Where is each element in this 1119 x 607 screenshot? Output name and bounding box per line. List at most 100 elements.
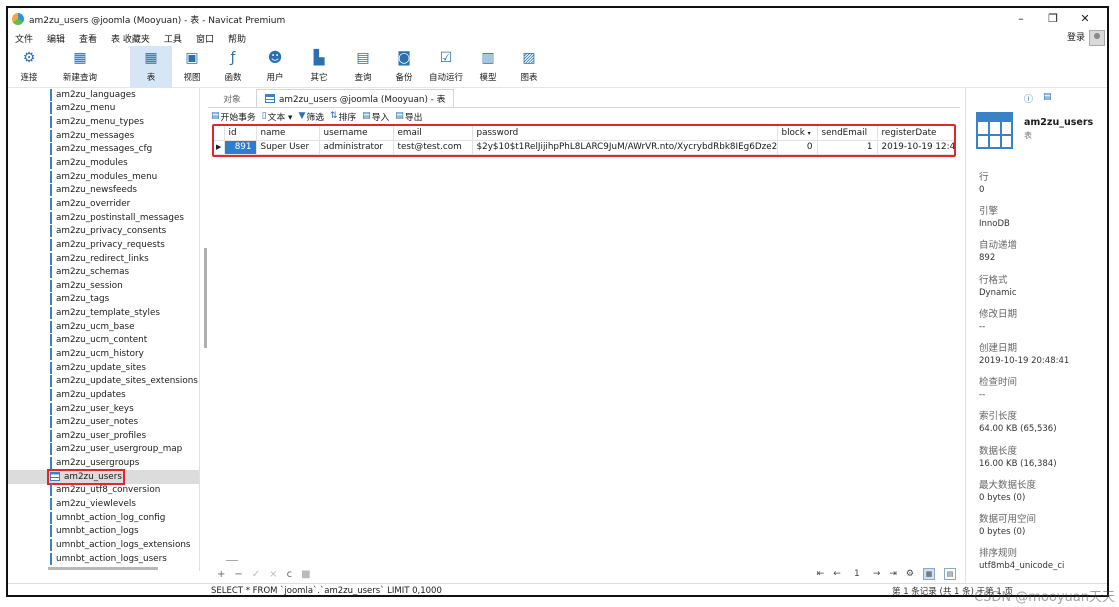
toolbar-view-button[interactable]: ▣ 视图 xyxy=(172,46,212,88)
cell-password[interactable]: $2y$10$t1RelJijihpPhL8LARC9JuM/AWrVR.nto… xyxy=(472,140,778,155)
menu-edit[interactable]: 编辑 xyxy=(40,32,72,45)
avatar-icon[interactable] xyxy=(1089,30,1105,46)
toolbar-other-button[interactable]: ▙ 其它 xyxy=(296,46,342,88)
begin-transaction-button[interactable]: ▤ 开始事务 xyxy=(208,110,259,123)
column-header-sendemail[interactable]: sendEmail xyxy=(817,126,878,141)
menu-tools[interactable]: 工具 xyxy=(157,32,189,45)
navigator-item[interactable]: am2zu_tags xyxy=(8,293,199,307)
apply-changes-button[interactable]: ✓ xyxy=(252,569,260,580)
navigator-item[interactable]: am2zu_messages_cfg xyxy=(8,143,199,157)
export-button[interactable]: ▤ 导出 xyxy=(392,110,425,123)
navigator-item[interactable]: am2zu_update_sites_extensions xyxy=(8,374,199,388)
filter-button[interactable]: ▼ 筛选 xyxy=(295,110,327,123)
discard-changes-button[interactable]: × xyxy=(269,569,277,580)
column-header-name[interactable]: name xyxy=(256,126,320,141)
column-header-username[interactable]: username xyxy=(319,126,394,141)
tab-objects[interactable]: 对象 xyxy=(208,89,256,107)
cell-registerdate[interactable]: 2019-10-19 12:48:41 xyxy=(877,140,954,155)
navigator-horizontal-scrollbar[interactable] xyxy=(48,567,158,570)
column-header-email[interactable]: email xyxy=(393,126,473,141)
info-icon[interactable]: ⓘ xyxy=(1024,92,1033,105)
menu-favorites[interactable]: 表 收藏夹 xyxy=(104,32,157,45)
navigator-item[interactable]: am2zu_overrider xyxy=(8,197,199,211)
toolbar-model-button[interactable]: ▥ 模型 xyxy=(468,46,508,88)
navigator-item[interactable]: am2zu_menu_types xyxy=(8,115,199,129)
toolbar-backup-button[interactable]: ◙ 备份 xyxy=(384,46,424,88)
cell-id[interactable]: 891 xyxy=(224,140,257,155)
table-row[interactable]: ▶ 891 Super User administrator test@test… xyxy=(214,140,954,155)
navigator-item[interactable]: am2zu_redirect_links xyxy=(8,252,199,266)
page-settings-icon[interactable]: ⚙ xyxy=(906,569,914,579)
cell-email[interactable]: test@test.com xyxy=(393,140,473,155)
login-link[interactable]: 登录 xyxy=(1067,30,1085,46)
navigator-item[interactable]: am2zu_modules_menu xyxy=(8,170,199,184)
navigator-item[interactable]: am2zu_ucm_content xyxy=(8,334,199,348)
cell-sendemail[interactable]: 1 xyxy=(817,140,878,155)
navigator-item[interactable]: am2zu_template_styles xyxy=(8,306,199,320)
cell-username[interactable]: administrator xyxy=(319,140,394,155)
menu-view[interactable]: 查看 xyxy=(72,32,104,45)
navigator-item[interactable]: am2zu_modules xyxy=(8,156,199,170)
minimize-button[interactable]: – xyxy=(1005,8,1037,30)
column-header-password[interactable]: password xyxy=(472,126,778,141)
navigator-item[interactable]: am2zu_messages xyxy=(8,129,199,143)
prev-page-button[interactable]: ← xyxy=(833,569,841,579)
maximize-button[interactable]: ❐ xyxy=(1037,8,1069,30)
add-record-button[interactable]: + xyxy=(217,569,225,580)
navigator-item[interactable]: am2zu_usergroups xyxy=(8,456,199,470)
close-button[interactable]: ✕ xyxy=(1069,8,1101,30)
navigator-scrollbar[interactable] xyxy=(204,248,207,348)
navigator-item[interactable]: am2zu_user_notes xyxy=(8,415,199,429)
navigator-item[interactable]: am2zu_postinstall_messages xyxy=(8,211,199,225)
toolbar-connection-button[interactable]: ⚙ 连接 xyxy=(8,46,50,88)
toolbar-table-button[interactable]: ▦ 表 xyxy=(130,46,172,88)
column-header-registerdate[interactable]: registerDate xyxy=(877,126,954,141)
navigator-item-selected[interactable]: am2zu_users xyxy=(8,468,199,485)
menu-window[interactable]: 窗口 xyxy=(189,32,221,45)
navigator-item[interactable]: am2zu_user_keys xyxy=(8,402,199,416)
navigator-item[interactable]: am2zu_menu xyxy=(8,102,199,116)
ddl-icon[interactable]: ▤ xyxy=(1043,92,1052,105)
text-button[interactable]: ▯ 文本 ▾ xyxy=(259,110,296,123)
navigator-item[interactable]: am2zu_privacy_consents xyxy=(8,224,199,238)
cell-block[interactable]: 0 xyxy=(777,140,818,155)
refresh-button[interactable]: c xyxy=(287,569,293,580)
column-header-id[interactable]: id xyxy=(224,126,257,141)
form-view-button[interactable]: ▤ xyxy=(944,568,956,580)
navigator-item[interactable]: am2zu_updates xyxy=(8,388,199,402)
navigator-item[interactable]: am2zu_schemas xyxy=(8,265,199,279)
first-page-button[interactable]: ⇤ xyxy=(817,569,825,579)
navigator-item[interactable]: umnbt_action_logs_extensions xyxy=(8,538,199,552)
stop-button[interactable]: ■ xyxy=(301,569,310,580)
grid-view-button[interactable]: ▦ xyxy=(923,568,935,580)
page-number[interactable]: 1 xyxy=(850,569,864,579)
navigator-item[interactable]: am2zu_session xyxy=(8,279,199,293)
navigator-item[interactable]: umnbt_action_logs xyxy=(8,525,199,539)
navigator-item[interactable]: umnbt_action_log_config xyxy=(8,511,199,525)
menu-file[interactable]: 文件 xyxy=(8,32,40,45)
navigator-item[interactable]: am2zu_user_usergroup_map xyxy=(8,443,199,457)
import-button[interactable]: ▤ 导入 xyxy=(359,110,392,123)
cell-name[interactable]: Super User xyxy=(256,140,320,155)
navigator-item[interactable]: am2zu_utf8_conversion xyxy=(8,484,199,498)
navigator-item[interactable]: am2zu_viewlevels xyxy=(8,497,199,511)
navigator-item[interactable]: am2zu_update_sites xyxy=(8,361,199,375)
toolbar-new-query-button[interactable]: ▦ 新建查询 xyxy=(50,46,110,88)
toolbar-chart-button[interactable]: ▨ 图表 xyxy=(508,46,550,88)
navigator-item[interactable]: am2zu_newsfeeds xyxy=(8,183,199,197)
toolbar-user-button[interactable]: ☻ 用户 xyxy=(254,46,296,88)
toolbar-function-button[interactable]: ƒ 函数 xyxy=(212,46,254,88)
navigator-item[interactable]: am2zu_user_profiles xyxy=(8,429,199,443)
navigator-item[interactable]: am2zu_ucm_base xyxy=(8,320,199,334)
menu-help[interactable]: 帮助 xyxy=(221,32,253,45)
tab-table-data[interactable]: am2zu_users @joomla (Mooyuan) - 表 xyxy=(256,89,455,107)
navigator-item[interactable]: am2zu_languages xyxy=(8,88,199,102)
navigator-item[interactable]: am2zu_privacy_requests xyxy=(8,238,199,252)
navigator-item[interactable]: umnbt_action_logs_users xyxy=(8,552,199,566)
next-page-button[interactable]: → xyxy=(873,569,881,579)
navigator-item[interactable]: am2zu_ucm_history xyxy=(8,347,199,361)
column-header-block[interactable]: block ▾ xyxy=(777,126,818,141)
last-page-button[interactable]: ⇥ xyxy=(889,569,897,579)
toolbar-automation-button[interactable]: ☑ 自动运行 xyxy=(424,46,468,88)
split-handle[interactable] xyxy=(226,560,238,561)
